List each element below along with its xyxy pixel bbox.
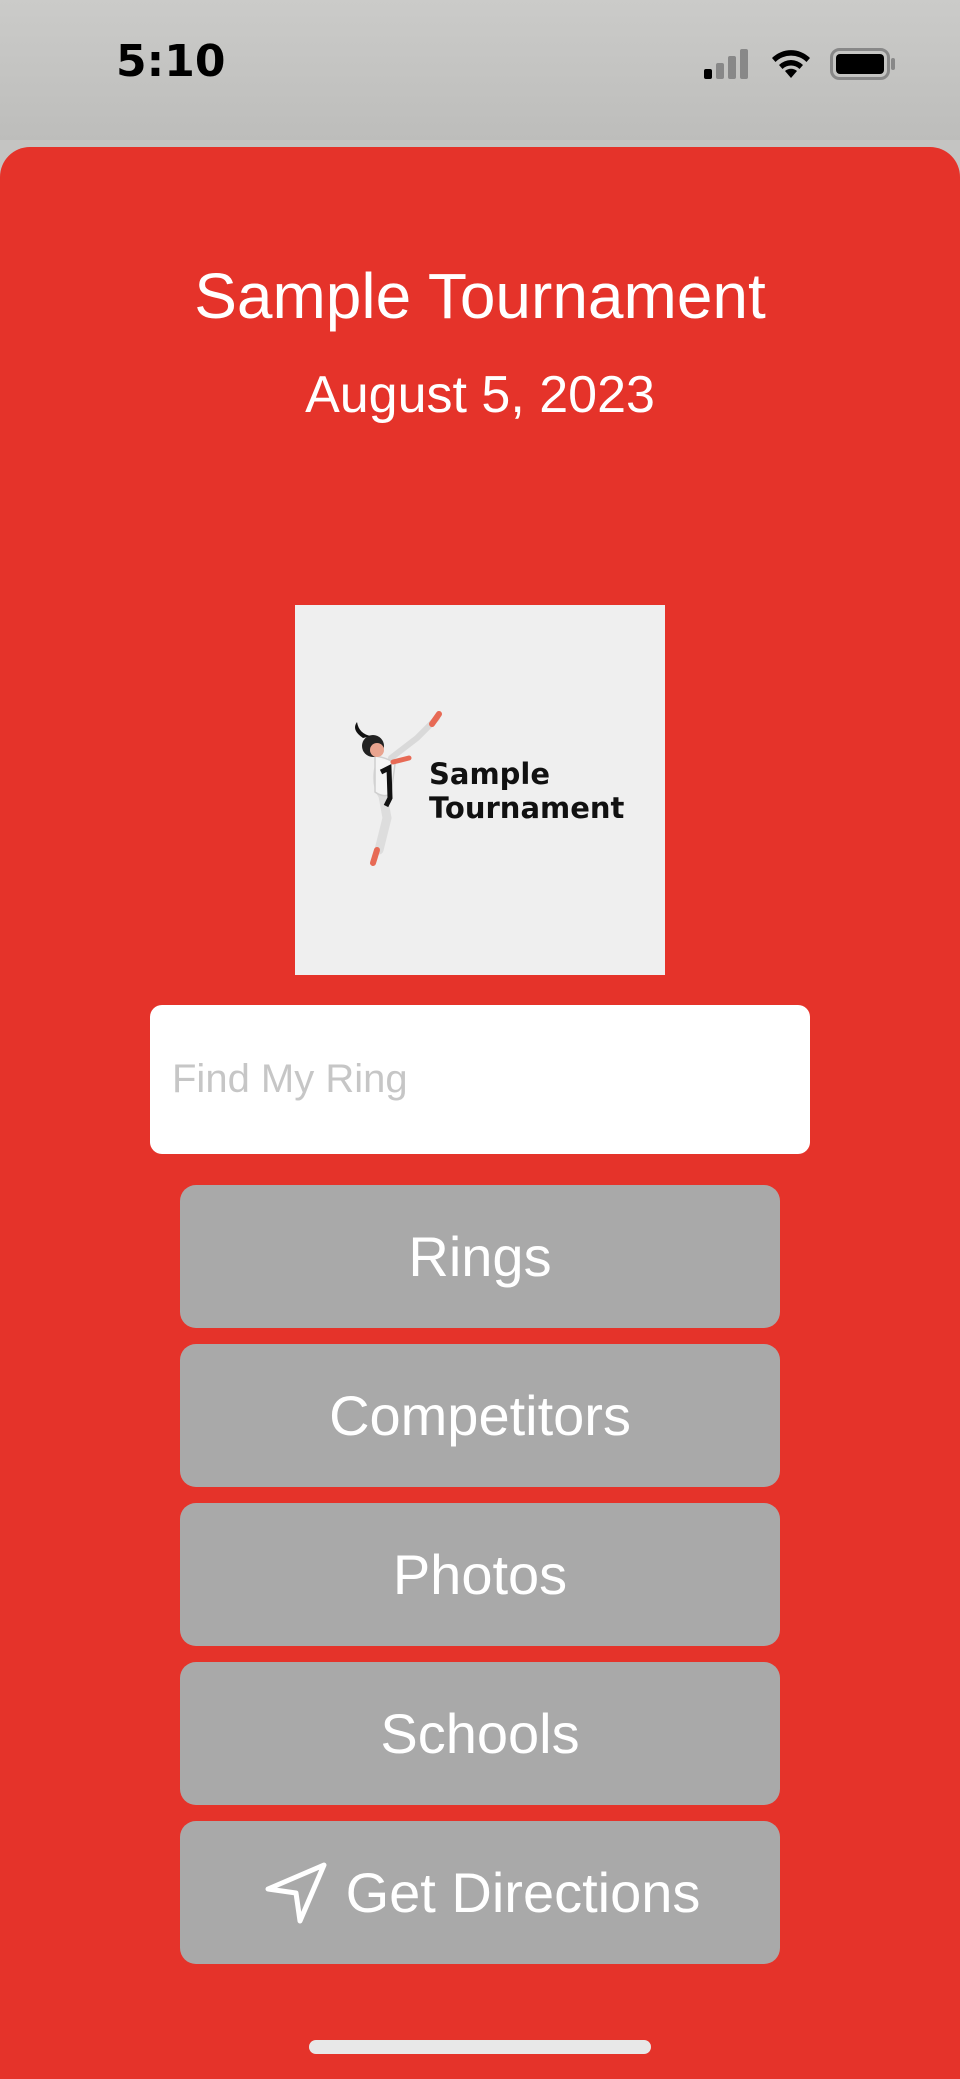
location-arrow-icon [265,1862,327,1923]
status-bar: 5:10 [0,0,960,140]
photos-button-label: Photos [392,1543,568,1606]
logo-text-line1: Sample [429,757,551,791]
competitors-button[interactable]: Competitors [180,1344,780,1487]
home-indicator [309,2040,651,2054]
tournament-date: August 5, 2023 [305,366,655,424]
photos-button[interactable]: Photos [180,1503,780,1646]
schools-button-label: Schools [380,1702,580,1765]
status-icons [704,44,896,84]
tournament-logo: Sample Tournament [295,605,665,975]
get-directions-button-label: Get Directions [345,1861,701,1924]
find-my-ring-input[interactable] [150,1005,810,1154]
logo-text-line2: Tournament [429,791,625,825]
competitors-button-label: Competitors [329,1384,631,1447]
status-time: 5:10 [116,36,226,87]
get-directions-button[interactable]: Get Directions [180,1821,780,1964]
logo-text: Sample Tournament [429,757,624,825]
schools-button[interactable]: Schools [180,1662,780,1805]
cellular-signal-icon [704,49,748,79]
page-title: Sample Tournament [194,260,766,332]
rings-button[interactable]: Rings [180,1185,780,1328]
wifi-icon [772,50,810,78]
rings-button-label: Rings [408,1225,552,1288]
battery-icon [830,48,895,80]
